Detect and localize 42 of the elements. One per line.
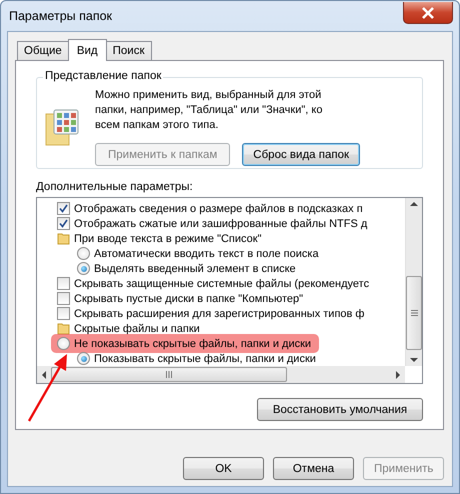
tab[interactable]: Вид [68,39,107,61]
tab[interactable]: Общие [17,41,69,60]
option-label: Не показывать скрытые файлы, папки и диски [74,338,312,350]
option-label: Показывать скрытые файлы, папки и диски [94,352,316,364]
description-text: Можно применить вид, выбранный для этой папки, например, "Таблица" или "Значки", ко всем папкам этого типа. [95,88,324,133]
close-button[interactable] [403,2,453,24]
horizontal-scrollbar[interactable] [37,366,405,383]
action-button[interactable]: Сброс вида папок [242,143,360,166]
scroll-thumb[interactable] [51,367,287,382]
restore-defaults-button[interactable]: Восстановить умолчания [257,398,423,421]
scroll-left-icon[interactable] [41,370,47,378]
folder-icon [57,232,70,245]
vertical-scrollbar[interactable] [405,198,422,366]
checkbox[interactable] [57,217,70,230]
option-label: Скрывать расширения для зарегистрированных типов ф [74,308,364,320]
option-label: Отображать сведения о размере файлов в подсказках п [74,202,363,214]
radio-button[interactable] [57,337,70,350]
close-icon [421,6,435,18]
tab[interactable]: Поиск [106,41,152,60]
scroll-right-icon[interactable] [395,370,401,378]
grip-icon [166,371,172,378]
checkbox[interactable] [57,307,70,320]
window-title: Параметры папок [9,9,112,23]
option-label: Выделять введенный элемент в списке [94,262,296,274]
section-label: Дополнительные параметры: [36,181,194,193]
option-label: Автоматически вводить текст в поле поиска [94,248,319,260]
option-label: Отображать сжатые или зашифрованные файлы NTFS д [74,218,368,230]
radio-button[interactable] [77,247,90,260]
radio-button[interactable] [77,262,90,275]
scroll-thumb[interactable] [406,276,422,350]
grip-icon [410,310,418,316]
group-title: Представление папок [43,70,164,82]
option-label: Скрывать защищенные системные файлы (рекомендуетс [74,278,370,290]
checkbox[interactable] [57,277,70,290]
dialog-button[interactable]: OK [183,457,264,480]
group-label: Скрытые файлы и папки [74,322,200,334]
checkbox[interactable] [57,202,70,215]
option-label: Скрывать пустые диски в папке "Компьютер" [74,292,304,304]
checkbox[interactable] [57,292,70,305]
dialog-button[interactable]: Отмена [273,457,354,480]
group-label: При вводе текста в режиме "Список" [74,232,262,244]
radio-button[interactable] [77,352,90,365]
